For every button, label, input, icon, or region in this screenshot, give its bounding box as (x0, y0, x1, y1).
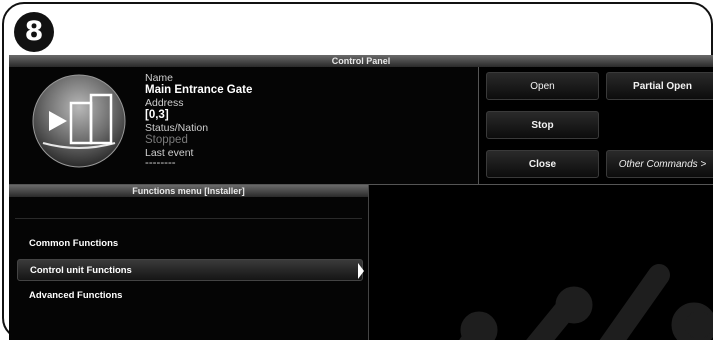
close-button[interactable]: Close (486, 150, 599, 178)
menu-item-common-functions[interactable]: Common Functions (17, 233, 363, 255)
functions-menu-panel: Common Functions Control unit Functions … (9, 197, 368, 340)
open-button[interactable]: Open (486, 72, 599, 100)
app-screen: Control Panel Name Main Entrance Gate Ad… (9, 55, 713, 340)
partial-open-button[interactable]: Partial Open (606, 72, 713, 100)
gate-device-icon (32, 74, 126, 168)
other-commands-button[interactable]: Other Commands > (606, 150, 713, 178)
name-label: Name (145, 72, 174, 84)
device-info: Name Main Entrance Gate Address [0,3] St… (145, 72, 465, 169)
last-event-value: -------- (145, 157, 176, 169)
device-status: Stopped (145, 134, 188, 146)
menu-item-label: Advanced Functions (29, 290, 123, 301)
device-address: [0,3] (145, 109, 169, 121)
functions-menu-blank-row (15, 201, 362, 219)
device-status-area: Name Main Entrance Gate Address [0,3] St… (9, 67, 478, 184)
submenu-arrow-icon (358, 263, 364, 279)
control-panel-title: Control Panel (9, 55, 713, 67)
address-label: Address (145, 97, 184, 109)
stop-button[interactable]: Stop (486, 111, 599, 139)
panel-divider (478, 67, 479, 184)
functions-menu-title: Functions menu [Installer] (9, 185, 368, 197)
decorative-background-shapes (459, 264, 713, 340)
menu-item-advanced-functions[interactable]: Advanced Functions (17, 285, 363, 307)
menu-item-label: Common Functions (29, 238, 119, 249)
menu-item-label: Control unit Functions (30, 265, 132, 276)
step-number-badge: 8 (14, 12, 54, 52)
status-label: Status/Nation (145, 122, 209, 134)
device-name: Main Entrance Gate (145, 84, 253, 96)
menu-item-control-unit-functions[interactable]: Control unit Functions (17, 259, 364, 281)
last-event-label: Last event (145, 147, 194, 159)
